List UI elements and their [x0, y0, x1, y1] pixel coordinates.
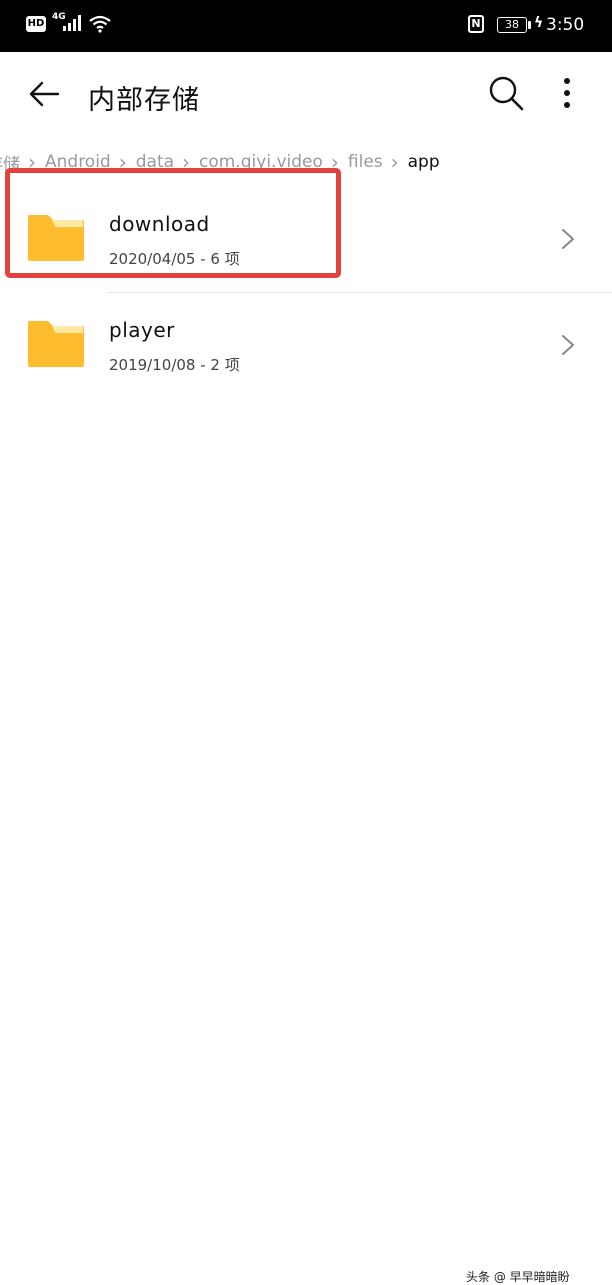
- search-icon: [489, 76, 524, 111]
- breadcrumb-com-qiyi-video[interactable]: com.qiyi.video: [199, 152, 323, 172]
- battery-icon: 38: [497, 17, 527, 33]
- folder-icon: [28, 321, 84, 367]
- wifi-icon: [89, 15, 111, 33]
- status-bar: HD 4G N 38 ϟ 3:50: [0, 0, 612, 52]
- chevron-right-icon: ›: [118, 150, 127, 174]
- chevron-right-icon: [562, 335, 574, 355]
- breadcrumb-data[interactable]: data: [136, 152, 174, 172]
- back-button[interactable]: [26, 77, 62, 113]
- breadcrumb-files[interactable]: files: [348, 152, 383, 172]
- more-vertical-icon: [564, 78, 570, 108]
- clock: 3:50: [546, 15, 585, 35]
- nfc-icon: N: [468, 15, 484, 33]
- chevron-right-icon: ›: [28, 150, 36, 174]
- item-name: download: [109, 212, 210, 236]
- folder-icon: [28, 215, 84, 261]
- item-meta: 2020/04/05 - 6 项: [109, 250, 240, 268]
- chevron-right-icon: ›: [182, 150, 191, 174]
- item-name: player: [109, 318, 175, 342]
- charging-icon: ϟ: [534, 15, 544, 31]
- search-button[interactable]: [487, 74, 527, 114]
- divider: [108, 292, 612, 293]
- battery-tip: [528, 21, 531, 29]
- chevron-right-icon: ›: [390, 150, 399, 174]
- watermark: 头条 @ 早早暗暗盼: [466, 1270, 570, 1284]
- chevron-right-icon: ›: [330, 150, 339, 174]
- breadcrumb-storage[interactable]: 存储: [0, 150, 20, 175]
- page-title: 内部存储: [88, 85, 200, 116]
- list-item-download[interactable]: download 2020/04/05 - 6 项: [0, 188, 612, 292]
- chevron-right-icon: [562, 229, 574, 249]
- arrow-left-icon: [29, 81, 60, 107]
- breadcrumb-android[interactable]: Android: [45, 152, 111, 172]
- item-meta: 2019/10/08 - 2 项: [109, 356, 240, 374]
- list-item-player[interactable]: player 2019/10/08 - 2 项: [0, 294, 612, 398]
- hd-indicator: HD: [26, 16, 46, 32]
- more-options-button[interactable]: [552, 74, 582, 114]
- signal-icon: [63, 15, 81, 31]
- breadcrumb: 存储 › Android › data › com.qiyi.video › f…: [0, 148, 440, 176]
- breadcrumb-app[interactable]: app: [408, 152, 440, 172]
